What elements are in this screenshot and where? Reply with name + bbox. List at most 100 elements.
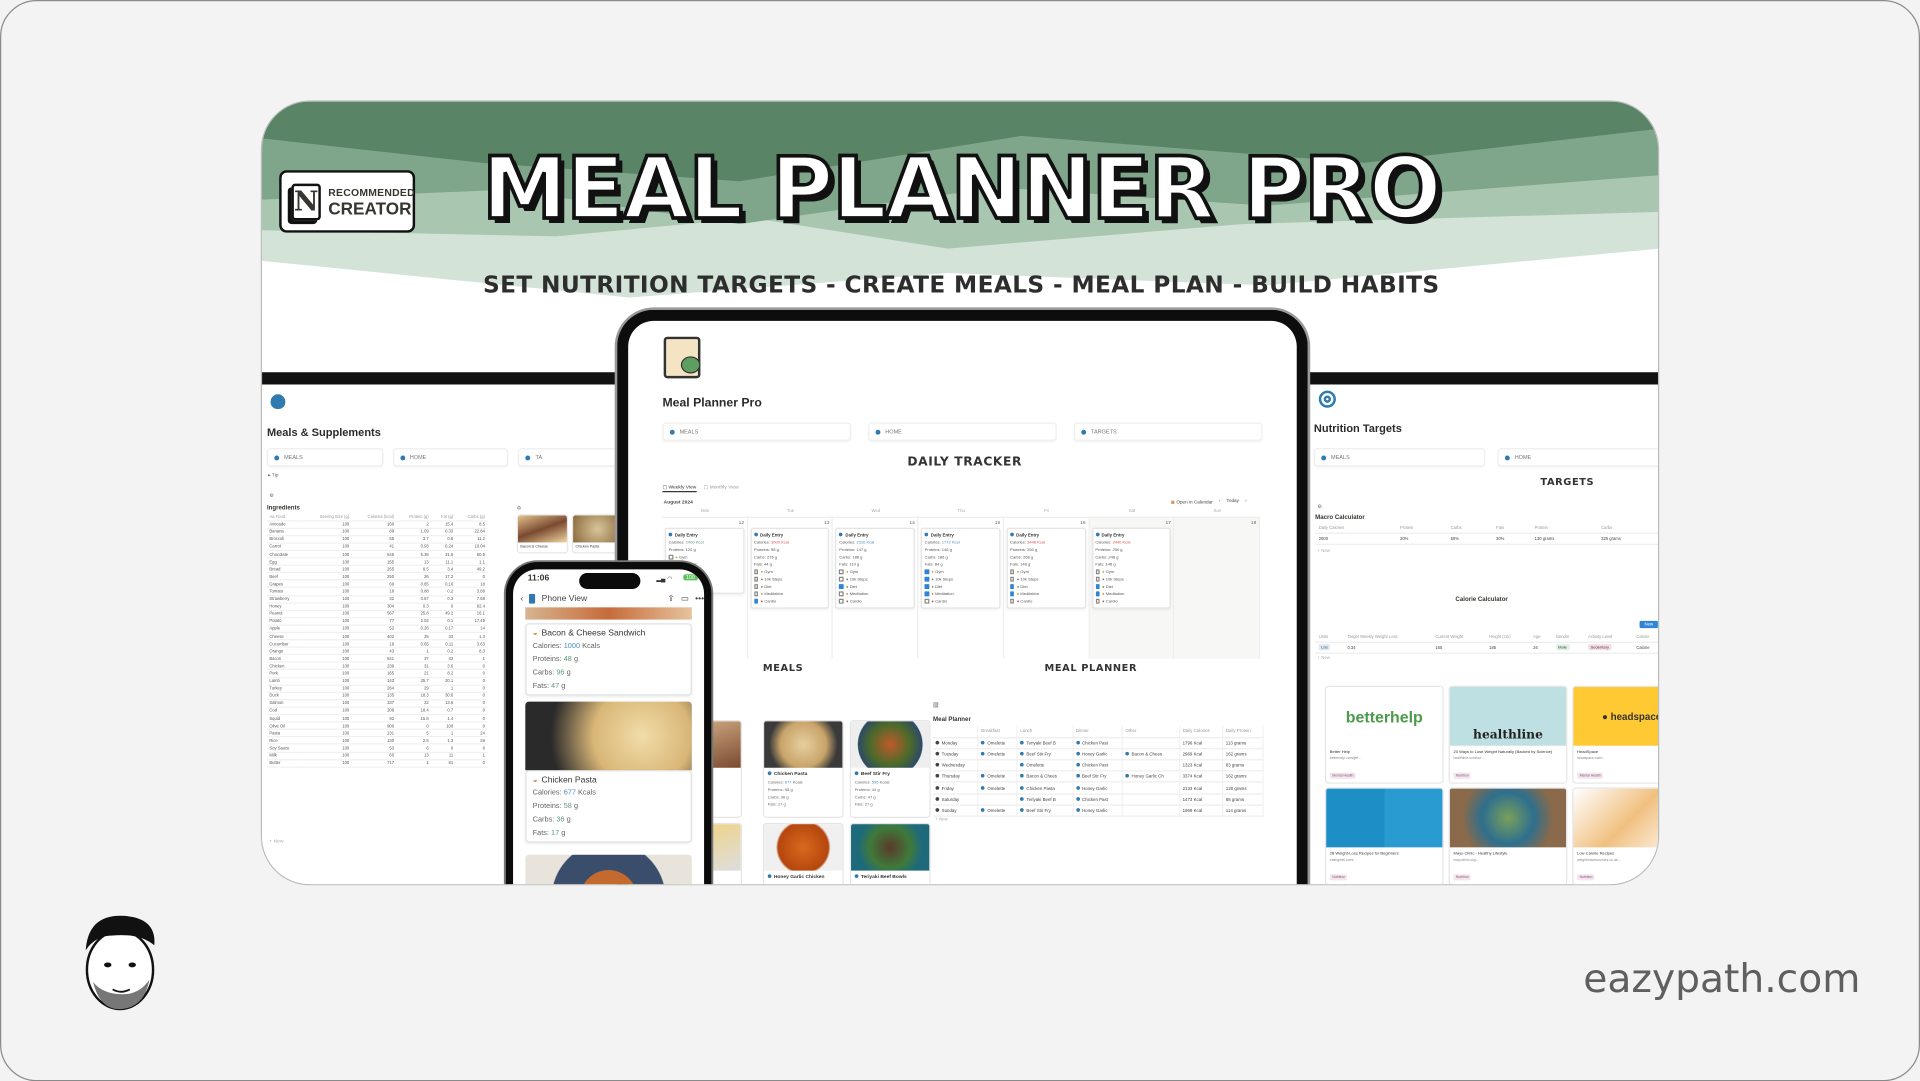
ingredient-row[interactable]: Bread 100 265 8.5 3.4 49.2 xyxy=(266,565,488,574)
habit-checkbox[interactable]: ●Cardio xyxy=(753,598,826,605)
habit-checkbox[interactable]: ●10k Steps xyxy=(1095,576,1167,583)
new-row-button[interactable]: + New xyxy=(936,817,948,822)
habit-checkbox[interactable]: ●Gym xyxy=(1095,568,1167,575)
unchecked-checkbox[interactable] xyxy=(839,569,844,575)
unchecked-checkbox[interactable] xyxy=(1095,577,1100,582)
habit-checkbox[interactable]: ●Diet xyxy=(924,583,997,590)
calendar-day[interactable]: 13 Daily Entry Calories: 3000 Kcal Proteins… xyxy=(748,517,834,659)
ingredient-row[interactable]: Pasta 100 131 5 1 24 xyxy=(266,729,488,738)
cell[interactable]: 2600 xyxy=(1315,533,1397,545)
new-button[interactable]: New xyxy=(1639,620,1658,629)
unchecked-checkbox[interactable] xyxy=(668,555,673,560)
ingredient-row[interactable]: Potato 100 77 2.02 0.1 17.49 xyxy=(266,617,488,626)
checked-checkbox[interactable] xyxy=(839,584,844,589)
comment-icon[interactable]: ▭ xyxy=(681,594,689,604)
ingredient-row[interactable]: Pork 100 165 21 8.2 0 xyxy=(266,669,488,678)
resource-card[interactable]: healthline 20 Ways to Lose Weight Natural… xyxy=(1448,685,1568,784)
habit-checkbox[interactable]: ●Cardio xyxy=(924,598,997,605)
cell[interactable]: 325 grams xyxy=(1597,533,1658,545)
ingredient-row[interactable]: Turkey 100 264 29 1 0 xyxy=(266,684,488,693)
ingredient-row[interactable]: Tomato 100 18 0.88 0.2 3.89 xyxy=(266,587,488,596)
daily-entry-card[interactable]: Daily Entry Calories: 2316 Kcal Proteins: … xyxy=(835,527,915,609)
habit-checkbox[interactable]: ●Gym xyxy=(668,553,741,560)
unchecked-checkbox[interactable] xyxy=(839,591,844,597)
habit-checkbox[interactable]: ●10k Steps xyxy=(1010,576,1082,583)
settings-icon[interactable]: ⚙ xyxy=(269,492,273,498)
ingredient-row[interactable]: Carrot 100 41 0.93 0.24 10.04 xyxy=(266,542,488,551)
tab-weekly-view[interactable]: ▢ Weekly View xyxy=(662,484,697,493)
resource-card[interactable]: Low Calorie Recipes weightlossresources.c… xyxy=(1572,787,1658,885)
tip-toggle[interactable]: ▸ Tip xyxy=(268,471,278,477)
unchecked-checkbox[interactable] xyxy=(1095,599,1100,604)
habit-checkbox[interactable]: ●Cardio xyxy=(1010,598,1082,605)
habit-checkbox[interactable]: ●Gym xyxy=(1010,568,1082,575)
ingredient-row[interactable]: Soy Sauce 100 53 6 0 8 xyxy=(266,744,488,753)
calendar-day[interactable]: 16 Daily Entry Calories: 3448 Kcal Proteins… xyxy=(1004,517,1090,659)
cell[interactable]: 30% xyxy=(1492,533,1531,545)
calendar-day[interactable]: 18 xyxy=(1174,517,1261,659)
calendar-day[interactable]: 14 Daily Entry Calories: 2316 Kcal Proteins… xyxy=(833,517,919,659)
ingredient-row[interactable]: Lamb 100 143 25.7 20.1 0 xyxy=(266,677,488,686)
unchecked-checkbox[interactable] xyxy=(753,584,759,589)
ingredient-row[interactable]: Avocado 100 160 2 15.4 8.5 xyxy=(266,520,488,529)
cell[interactable]: Calorie xyxy=(1632,642,1658,654)
nav-home[interactable]: HOME xyxy=(392,448,509,467)
unchecked-checkbox[interactable] xyxy=(1010,599,1015,604)
ingredient-row[interactable]: Apple 100 52 0.26 0.17 14 xyxy=(266,624,488,634)
ingredient-row[interactable]: Chicken 100 239 31 3.6 0 xyxy=(266,662,488,671)
resource-card[interactable]: Mayo Clinic - Healthy Lifestyle mayoclini… xyxy=(1448,787,1568,885)
planner-row[interactable]: Friday Omelette Chicken Pasta Honey Garlic 2… xyxy=(933,782,1264,795)
ingredient-row[interactable]: Peanut 100 567 25.8 49.2 16.1 xyxy=(266,610,488,619)
checked-checkbox[interactable] xyxy=(1095,584,1100,589)
nav-targets[interactable]: TARGETS xyxy=(1073,422,1263,441)
habit-checkbox[interactable]: ●Diet xyxy=(839,583,911,590)
cell[interactable]: 26 xyxy=(1529,642,1553,654)
ingredient-row[interactable]: Beef 100 250 26 17.2 0 xyxy=(266,572,488,581)
ingredient-row[interactable]: Cucumber 100 16 0.65 0.11 3.63 xyxy=(266,639,488,648)
resource-url[interactable]: healthline.com/nut... xyxy=(1450,756,1566,761)
checked-checkbox[interactable] xyxy=(924,577,929,582)
habit-checkbox[interactable]: ●Cardio xyxy=(839,598,911,605)
checked-checkbox[interactable] xyxy=(1095,591,1100,597)
daily-entry-card[interactable]: Daily Entry Calories: 3448 Kcal Proteins: … xyxy=(1006,527,1086,609)
settings-icon[interactable]: ⚙ xyxy=(1318,503,1322,509)
ingredient-row[interactable]: Milk 100 60 13 11 1 xyxy=(266,751,488,760)
prev-week-button[interactable]: ‹ xyxy=(1219,498,1221,504)
new-row-button[interactable]: + New xyxy=(269,838,283,844)
planner-row[interactable]: Wednesday Omelette Chicken Past 1323 Kcal 83… xyxy=(933,759,1264,772)
habit-checkbox[interactable]: ●Meditation xyxy=(839,590,911,597)
cell[interactable]: Lbs xyxy=(1315,642,1344,654)
unchecked-checkbox[interactable] xyxy=(924,599,929,604)
habit-checkbox[interactable]: ●Diet xyxy=(753,583,826,590)
habit-checkbox[interactable]: ●10k Steps xyxy=(924,576,997,583)
nav-meals[interactable]: MEALS xyxy=(266,448,383,467)
cell[interactable]: 130 grams xyxy=(1530,533,1598,545)
habit-checkbox[interactable]: ●Meditation xyxy=(1010,590,1082,597)
back-icon[interactable]: ‹ xyxy=(520,594,523,603)
ingredient-row[interactable]: Strawberry 100 32 0.67 0.3 7.68 xyxy=(266,595,488,604)
website-link[interactable]: eazypath.com xyxy=(1583,955,1860,1002)
daily-entry-card[interactable]: Daily Entry Calories: 3000 Kcal Proteins: … xyxy=(750,527,830,609)
unchecked-checkbox[interactable] xyxy=(753,591,759,597)
cell[interactable]: 0.34 xyxy=(1343,642,1432,654)
ingredient-row[interactable]: Banana 100 89 1.09 0.33 22.84 xyxy=(266,527,488,537)
habit-checkbox[interactable]: ●Meditation xyxy=(924,590,997,597)
habit-checkbox[interactable]: ●Meditation xyxy=(753,590,826,597)
open-in-calendar-button[interactable]: ▣ Open in Calendar xyxy=(1171,498,1213,505)
planner-row[interactable]: Monday Omelette Teriyaki Beef B Chicken Pas… xyxy=(933,737,1264,750)
unchecked-checkbox[interactable] xyxy=(753,577,759,582)
daily-entry-card[interactable]: Daily Entry Calories: 1772 Kcal Proteins: … xyxy=(920,527,1001,609)
cell[interactable]: Male xyxy=(1552,642,1585,654)
ingredient-row[interactable]: Chocolate 100 546 5.36 31.6 60.5 xyxy=(266,550,488,559)
more-icon[interactable]: ••• xyxy=(695,594,704,603)
habit-checkbox[interactable]: ●Gym xyxy=(753,568,826,575)
habit-checkbox[interactable]: ●Gym xyxy=(839,568,911,575)
resource-url[interactable]: headspace.com/... xyxy=(1573,756,1657,761)
ingredient-row[interactable]: Orange 100 43 1 0.2 8.3 xyxy=(266,647,488,656)
resource-url[interactable]: weightlossresources.co.uk/... xyxy=(1573,857,1657,862)
tab-monthly-view[interactable]: ▢ Monthly View xyxy=(704,484,739,493)
unchecked-checkbox[interactable] xyxy=(753,569,759,575)
meal-card[interactable]: Honey Garlic Chicken xyxy=(762,822,844,885)
habit-checkbox[interactable]: ●Meditation xyxy=(1095,590,1167,597)
ingredient-row[interactable]: Butter 100 717 1 81 0 xyxy=(266,759,488,768)
